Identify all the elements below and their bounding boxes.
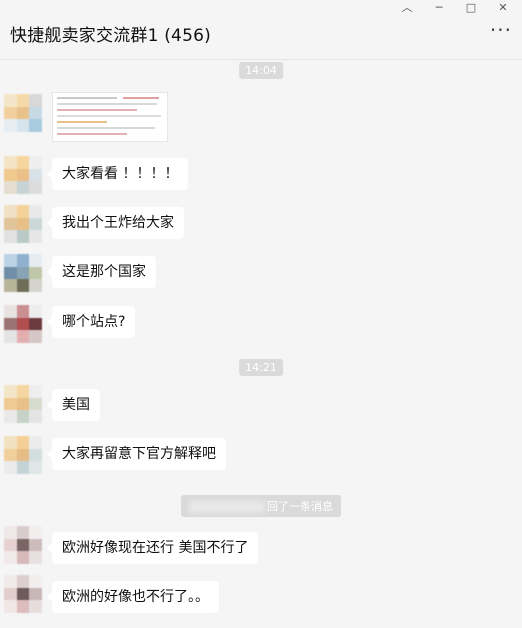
more-options-icon[interactable]: ···	[490, 20, 512, 40]
message-bubble[interactable]: 欧洲的好像也不行了。。	[47, 581, 219, 613]
collapse-icon[interactable]: ︿	[400, 2, 414, 14]
avatar[interactable]	[4, 156, 42, 194]
window-controls: ︿ ─ □ ✕	[400, 2, 510, 14]
maximize-icon[interactable]: □	[464, 2, 478, 14]
recall-notice: 回了一条消息	[181, 495, 341, 517]
message-bubble[interactable]: 欧洲好像现在还行 美国不行了	[46, 532, 259, 564]
avatar[interactable]	[4, 436, 42, 474]
message-bubble[interactable]: 大家看看 ！！！！	[46, 158, 189, 190]
message-bubble[interactable]: 美国	[47, 389, 100, 421]
avatar[interactable]	[4, 526, 42, 564]
image-message[interactable]	[52, 92, 168, 142]
recalled-by-name	[189, 501, 265, 513]
chat-title: 快捷舰卖家交流群1 (456)	[10, 26, 211, 46]
message-bubble[interactable]: 我出个王炸给大家	[47, 207, 184, 239]
avatar[interactable]	[4, 385, 42, 423]
message-bubble[interactable]: 哪个站点?	[46, 306, 136, 338]
minimize-icon[interactable]: ─	[432, 2, 446, 14]
message-list[interactable]: 14:04 大家看看 ！！！！ 我出个王炸给大家 这是那个国家 哪个站点? 14…	[0, 60, 522, 628]
timestamp: 14:21	[239, 359, 283, 376]
message-bubble[interactable]: 这是那个国家	[47, 256, 156, 288]
close-icon[interactable]: ✕	[496, 2, 510, 14]
avatar[interactable]	[4, 575, 42, 613]
message-bubble[interactable]: 大家再留意下官方解释吧	[47, 438, 226, 470]
avatar[interactable]	[4, 305, 42, 343]
avatar[interactable]	[4, 205, 42, 243]
avatar[interactable]	[4, 254, 42, 292]
recall-text: 回了一条消息	[267, 500, 333, 513]
timestamp: 14:04	[239, 62, 283, 79]
avatar[interactable]	[4, 94, 42, 132]
